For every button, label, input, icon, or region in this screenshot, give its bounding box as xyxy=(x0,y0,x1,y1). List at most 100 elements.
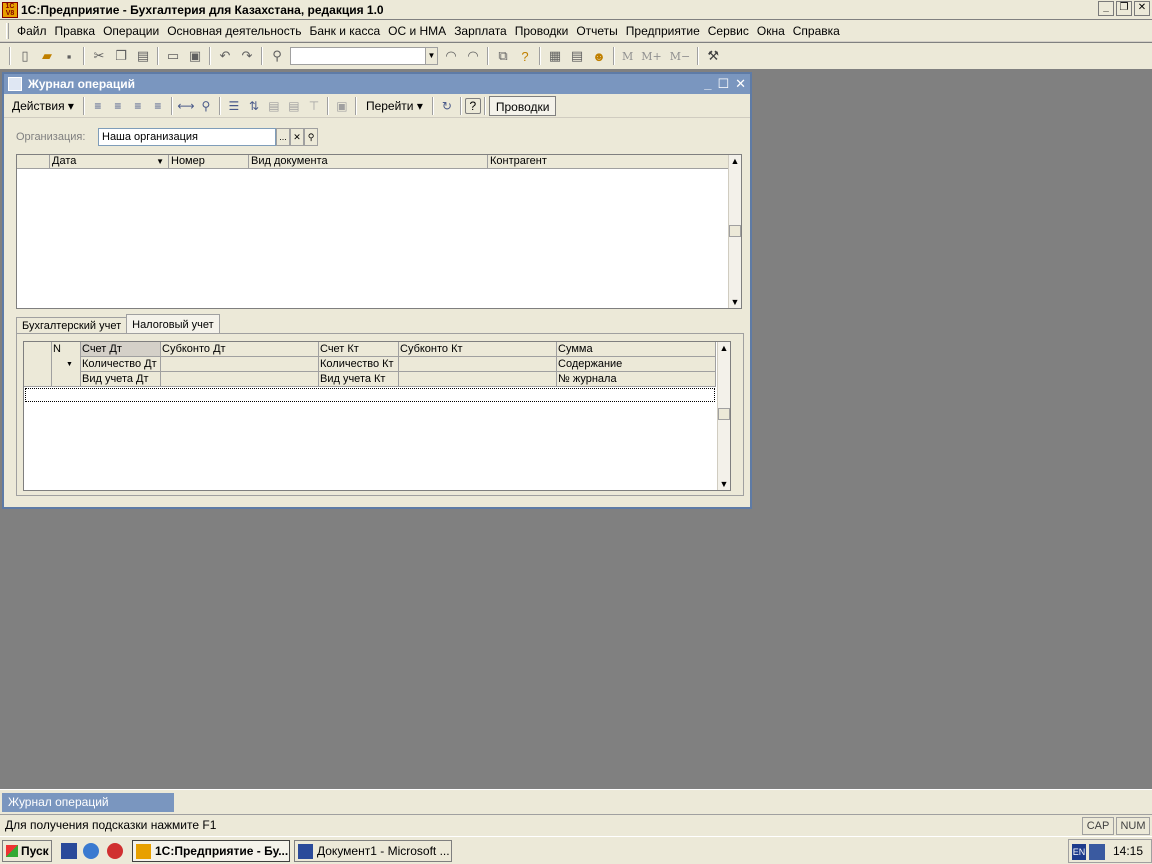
column-header-account-kt[interactable]: Счет Кт xyxy=(319,342,399,357)
goto-menu-button[interactable]: Перейти ▾ xyxy=(360,96,429,116)
memory-button[interactable]: M xyxy=(618,50,637,63)
journal-close-button[interactable]: ✕ xyxy=(735,76,746,92)
clear-filter-icon[interactable]: ⊤ xyxy=(304,96,324,116)
scroll-thumb[interactable] xyxy=(729,225,741,237)
find-next-icon[interactable]: ◠ xyxy=(462,45,484,67)
open-icon[interactable]: ▰ xyxy=(36,45,58,67)
column-header-subconto-dt[interactable]: Субконто Дт xyxy=(161,342,319,357)
column-header-account-type-dt[interactable]: Вид учета Дт xyxy=(81,372,161,387)
delete-icon[interactable]: ≡ xyxy=(148,96,168,116)
table-row[interactable] xyxy=(25,388,715,402)
scroll-thumb[interactable] xyxy=(718,408,730,420)
interval-icon[interactable]: ⟷ xyxy=(176,96,196,116)
app-quicklaunch-icon[interactable] xyxy=(107,843,123,859)
cut-icon[interactable]: ✂ xyxy=(88,45,110,67)
undo-icon[interactable]: ↶ xyxy=(214,45,236,67)
paste-icon[interactable]: ▤ xyxy=(132,45,154,67)
column-header-sum[interactable]: Сумма xyxy=(557,342,716,357)
column-header-journal-number[interactable]: № журнала xyxy=(557,372,716,387)
calculator-icon[interactable]: ▦ xyxy=(544,45,566,67)
journal-minimize-button[interactable]: _ xyxy=(704,76,711,92)
column-header-counterparty[interactable]: Контрагент xyxy=(488,155,729,169)
column-header-doc-type[interactable]: Вид документа xyxy=(249,155,488,169)
tab-tax[interactable]: Налоговый учет xyxy=(126,314,220,335)
scroll-down-icon[interactable]: ▼ xyxy=(729,296,741,308)
language-indicator[interactable]: EN xyxy=(1072,844,1086,860)
windows-icon[interactable]: ⧉ xyxy=(492,45,514,67)
tools-icon[interactable]: ⚒ xyxy=(702,45,724,67)
copy-icon[interactable]: ❐ xyxy=(110,45,132,67)
print-preview-icon[interactable]: ▣ xyxy=(184,45,206,67)
organization-clear-button[interactable]: ✕ xyxy=(290,128,304,146)
documents-table[interactable]: Дата ▼ Номер Вид документа Контрагент ▲ ▼ xyxy=(16,154,742,309)
postings-scrollbar[interactable]: ▲ ▼ xyxy=(717,342,730,490)
user-icon[interactable]: ☻ xyxy=(588,45,610,67)
start-button[interactable]: Пуск xyxy=(2,840,52,862)
menu-service[interactable]: Сервис xyxy=(704,24,753,38)
task-1c[interactable]: 1С:Предприятие - Бу... xyxy=(132,840,290,862)
sort-icon[interactable]: ⇅ xyxy=(244,96,264,116)
edit-icon[interactable]: ≡ xyxy=(128,96,148,116)
scroll-up-icon[interactable]: ▲ xyxy=(729,155,741,167)
menu-windows[interactable]: Окна xyxy=(753,24,789,38)
menu-salary[interactable]: Зарплата xyxy=(450,24,511,38)
organization-search-icon[interactable]: ⚲ xyxy=(304,128,318,146)
journal-maximize-button[interactable]: ☐ xyxy=(717,76,729,92)
copy-row-icon[interactable]: ≡ xyxy=(108,96,128,116)
print-list-icon[interactable]: ▣ xyxy=(332,96,352,116)
menu-edit[interactable]: Правка xyxy=(51,24,100,38)
menu-help[interactable]: Справка xyxy=(789,24,844,38)
save-quicklaunch-icon[interactable] xyxy=(61,843,77,859)
print-icon[interactable]: ▭ xyxy=(162,45,184,67)
column-header-account-dt[interactable]: Счет Дт xyxy=(81,342,161,357)
menu-enterprise[interactable]: Предприятие xyxy=(622,24,704,38)
column-header-n[interactable]: N ▼ xyxy=(52,342,81,387)
new-document-icon[interactable]: ▯ xyxy=(14,45,36,67)
scroll-up-icon[interactable]: ▲ xyxy=(718,342,730,354)
minimize-button[interactable]: _ xyxy=(1098,1,1114,16)
restore-button[interactable]: ❐ xyxy=(1116,1,1132,16)
filter-list-icon[interactable]: ▤ xyxy=(284,96,304,116)
refresh-icon[interactable]: ↻ xyxy=(437,96,457,116)
postings-button[interactable]: Проводки xyxy=(488,95,557,116)
column-header-date[interactable]: Дата ▼ xyxy=(50,155,169,169)
search-combo[interactable]: ▼ xyxy=(290,47,438,65)
column-header-content[interactable]: Содержание xyxy=(557,357,716,372)
organization-field[interactable]: Наша организация xyxy=(98,128,276,146)
menu-file[interactable]: Файл xyxy=(13,24,51,38)
help-icon[interactable]: ? xyxy=(464,97,481,114)
task-word[interactable]: Документ1 - Microsoft ... xyxy=(294,840,452,862)
documents-scrollbar[interactable]: ▲ ▼ xyxy=(728,155,741,308)
add-icon[interactable]: ≡ xyxy=(88,96,108,116)
search-icon[interactable]: ⚲ xyxy=(196,96,216,116)
menu-operations[interactable]: Операции xyxy=(99,24,163,38)
ie-quicklaunch-icon[interactable] xyxy=(83,843,99,859)
postings-table[interactable]: N ▼ Счет Дт Субконто Дт Счет Кт Субконто … xyxy=(23,341,731,491)
filter-menu-icon[interactable]: ☰ xyxy=(224,96,244,116)
filter-icon[interactable]: ▤ xyxy=(264,96,284,116)
menu-main-activity[interactable]: Основная деятельность xyxy=(163,24,305,38)
window-bar-item-journal[interactable]: Журнал операций xyxy=(2,793,174,812)
redo-icon[interactable]: ↷ xyxy=(236,45,258,67)
scroll-down-icon[interactable]: ▼ xyxy=(718,478,730,490)
save-icon[interactable]: ▪ xyxy=(58,45,80,67)
memory-minus-button[interactable]: M− xyxy=(666,50,694,63)
calendar-icon[interactable]: ▤ xyxy=(566,45,588,67)
column-header-qty-dt[interactable]: Количество Дт xyxy=(81,357,161,372)
network-icon[interactable] xyxy=(1089,844,1105,860)
menu-reports[interactable]: Отчеты xyxy=(572,24,621,38)
menu-fixed-assets[interactable]: ОС и НМА xyxy=(384,24,450,38)
find-prev-icon[interactable]: ◠ xyxy=(440,45,462,67)
menu-bank-cash[interactable]: Банк и касса xyxy=(305,24,384,38)
column-header-number[interactable]: Номер xyxy=(169,155,249,169)
column-header-account-type-kt[interactable]: Вид учета Кт xyxy=(319,372,399,387)
column-header-qty-kt[interactable]: Количество Кт xyxy=(319,357,399,372)
clock[interactable]: 14:15 xyxy=(1113,844,1143,858)
close-button[interactable]: ✕ xyxy=(1134,1,1150,16)
organization-select-button[interactable]: ... xyxy=(276,128,290,146)
menu-postings[interactable]: Проводки xyxy=(511,24,573,38)
column-header-subconto-kt[interactable]: Субконто Кт xyxy=(399,342,557,357)
actions-menu-button[interactable]: Действия ▾ xyxy=(6,96,80,116)
find-icon[interactable]: ⚲ xyxy=(266,45,288,67)
chevron-down-icon[interactable]: ▼ xyxy=(425,48,437,64)
